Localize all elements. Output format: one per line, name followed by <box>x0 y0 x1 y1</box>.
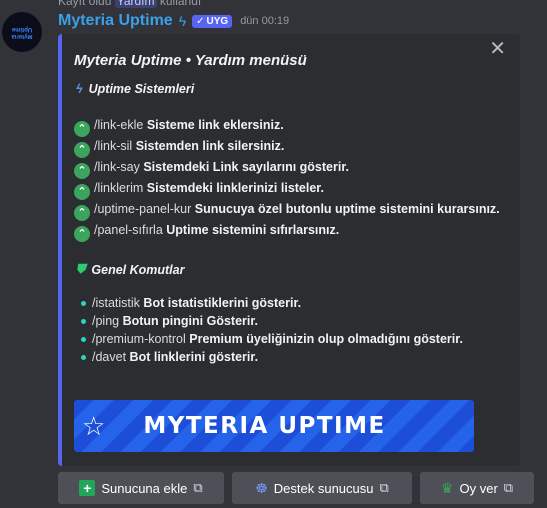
command-desc: Sisteme link eklersiniz. <box>146 118 284 132</box>
star-icon: ☆ <box>82 410 106 441</box>
section-general-title: Genel Komutlar <box>91 262 185 277</box>
external-link-icon: ⧉ <box>503 480 514 495</box>
command-name: /ping <box>92 314 120 328</box>
uptime-command-list: ⌃ /link-ekle Sisteme link eklersiniz. ⌃ /l… <box>74 116 514 242</box>
timestamp[interactable]: dün 00:19 <box>240 15 289 27</box>
bot-badge-label: UYG <box>206 15 229 27</box>
external-link-icon: ⧉ <box>193 480 203 495</box>
check-icon: ✓ <box>196 15 205 27</box>
command-item: ⌃ /linklerim Sistemdeki linklerinizi list… <box>74 179 514 200</box>
list-item: /istatistik Bot istatistiklerini gösteri… <box>76 294 516 312</box>
section-uptime-heading: ϟ Uptime Sistemleri <box>76 82 194 96</box>
vote-button[interactable]: ♛ Oy ver ⧉ <box>420 472 534 504</box>
banner-image[interactable]: ☆ MYTERIA UPTIME <box>74 400 474 452</box>
button-label: Destek sunucusu <box>273 480 374 496</box>
username[interactable]: Myteria Uptime <box>58 12 173 30</box>
command-name: /link-say <box>94 160 140 174</box>
button-label: Sunucuna ekle <box>101 480 188 496</box>
command-desc: Sistemdeki Link sayılarını gösterir. <box>143 160 349 174</box>
external-link-icon: ⧉ <box>379 480 389 495</box>
command-name: /link-sil <box>94 139 133 153</box>
command-name: /davet <box>92 350 127 364</box>
arrow-up-icon: ⌃ <box>74 163 90 179</box>
arrow-up-icon: ⌃ <box>74 184 90 200</box>
bot-badge: ✓ UYG <box>192 14 233 28</box>
arrow-up-icon: ⌃ <box>74 205 90 221</box>
command-item: ⌃ /link-sil Sistemden link silersiniz. <box>74 137 514 158</box>
arrow-up-icon: ⌃ <box>74 142 90 158</box>
command-item: ⌃ /panel-sıfırla Uptime sistemini sıfırla… <box>74 221 514 242</box>
section-general-heading: ⛊ Genel Komutlar <box>76 262 184 277</box>
command-name: /istatistik <box>92 296 140 310</box>
command-desc: Bot linklerini gösterir. <box>129 350 259 364</box>
command-name: /link-ekle <box>94 118 144 132</box>
command-desc: Botun pingini Gösterir. <box>122 314 259 328</box>
command-desc: Sunucuya özel butonlu uptime sistemini k… <box>194 202 500 216</box>
vote-icon: ♛ <box>440 479 454 496</box>
bolt-icon: ϟ <box>178 13 187 29</box>
list-item: /davet Bot linklerini gösterir. <box>76 348 516 366</box>
arrow-up-icon: ⌃ <box>74 226 90 242</box>
support-icon: ☸ <box>255 479 268 496</box>
reply-suffix: kullandı <box>159 0 202 8</box>
button-label: Oy ver <box>459 480 498 496</box>
plus-icon: + <box>79 480 96 496</box>
list-item: /premium-kontrol Premium üyeliğinizin ol… <box>76 330 516 348</box>
section-uptime-title: Uptime Sistemleri <box>88 82 195 96</box>
command-item: ⌃ /uptime-panel-kur Sunucuya özel butonlu… <box>74 200 514 221</box>
bolt-icon: ϟ <box>76 82 83 96</box>
reply-reference[interactable]: Kayıt oldu Yardım kullandı <box>58 0 201 8</box>
command-name: /premium-kontrol <box>92 332 186 346</box>
command-desc: Bot istatistiklerini gösterir. <box>143 296 302 310</box>
shield-icon: ⛊ <box>76 262 86 276</box>
list-item: /ping Botun pingini Gösterir. <box>76 312 516 330</box>
reply-prefix: Kayıt oldu <box>58 0 112 8</box>
command-name: /uptime-panel-kur <box>94 202 192 216</box>
embed-title: Myteria Uptime • Yardım menüsü <box>74 52 307 69</box>
arrow-up-icon: ⌃ <box>74 121 90 137</box>
command-item: ⌃ /link-say Sistemdeki Link sayılarını gö… <box>74 158 514 179</box>
command-desc: Sistemdeki linklerinizi listeler. <box>146 181 324 195</box>
command-desc: Premium üyeliğinizin olup olmadığını gös… <box>189 332 463 346</box>
message-header: Myteria Uptime ϟ ✓ UYG dün 00:19 <box>58 10 289 32</box>
close-icon[interactable]: ✕ <box>489 36 506 61</box>
command-desc: Uptime sistemini sıfırlarsınız. <box>166 223 340 237</box>
banner-text: MYTERIA UPTIME <box>143 413 386 439</box>
support-server-button[interactable]: ☸ Destek sunucusu ⧉ <box>232 472 412 504</box>
avatar[interactable]: Myteria Uptime <box>2 12 42 52</box>
help-embed: ✕ Myteria Uptime • Yardım menüsü ϟ Uptim… <box>58 34 520 466</box>
add-to-server-button[interactable]: + Sunucuna ekle ⧉ <box>58 472 224 504</box>
command-item: ⌃ /link-ekle Sisteme link eklersiniz. <box>74 116 514 137</box>
command-name: /panel-sıfırla <box>94 223 163 237</box>
general-command-list: /istatistik Bot istatistiklerini gösteri… <box>76 294 516 366</box>
reply-mention[interactable]: Yardım <box>114 0 157 8</box>
command-name: /linklerim <box>94 181 144 195</box>
avatar-text: Myteria Uptime <box>11 26 33 39</box>
command-desc: Sistemden link silersiniz. <box>135 139 285 153</box>
